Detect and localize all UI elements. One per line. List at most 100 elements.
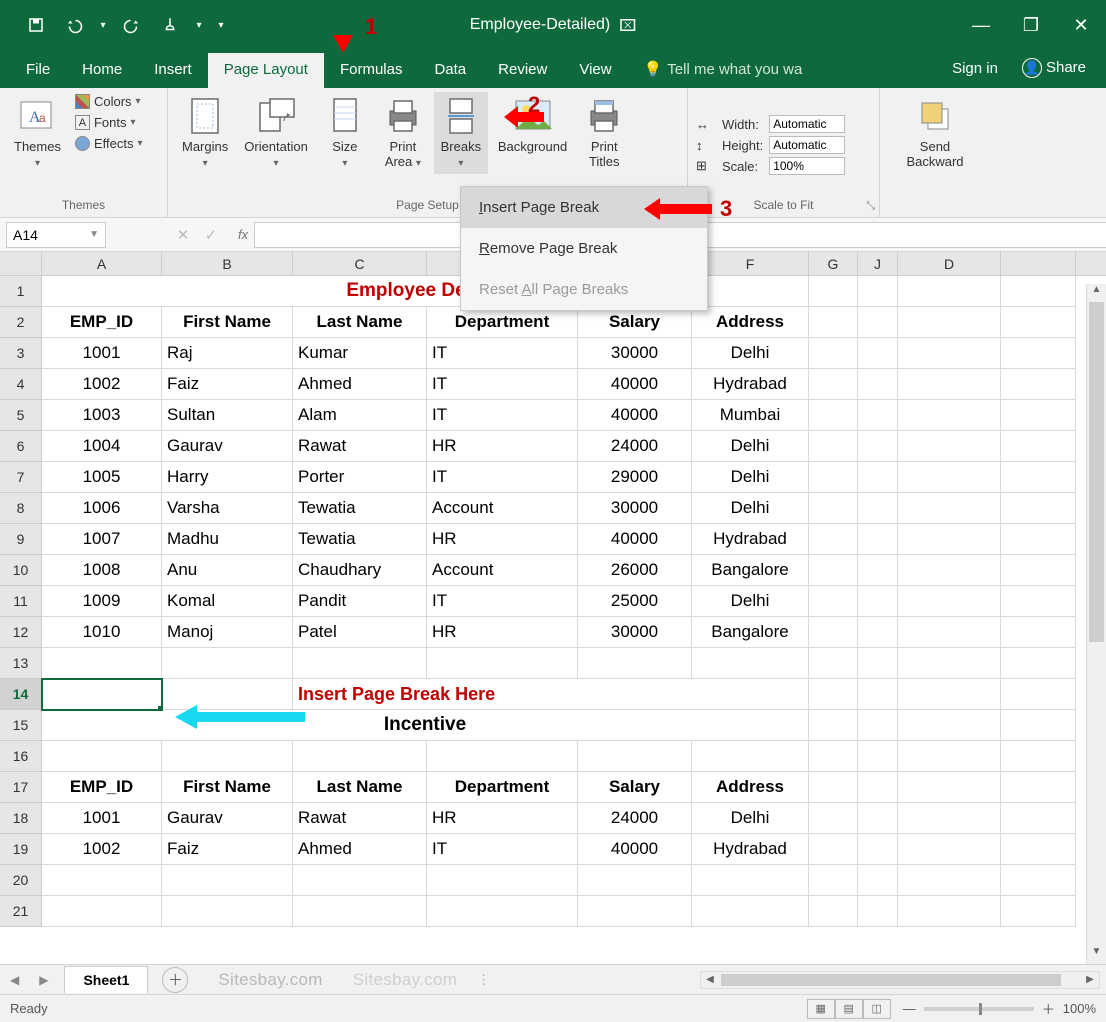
row-header-17[interactable]: 17: [0, 772, 42, 803]
scroll-down-button[interactable]: ▼: [1087, 946, 1106, 964]
cells-area[interactable]: Employee DetailsEMP_IDFirst NameLast Nam…: [42, 276, 1106, 927]
tab-split-handle[interactable]: ⋮: [477, 972, 490, 988]
row-header-4[interactable]: 4: [0, 369, 42, 400]
row-header-12[interactable]: 12: [0, 617, 42, 648]
row-header-19[interactable]: 19: [0, 834, 42, 865]
scroll-up-button[interactable]: ▲: [1087, 284, 1106, 302]
size-button[interactable]: Size▾: [318, 92, 372, 174]
selected-cell-a14[interactable]: [42, 679, 162, 710]
select-all-corner[interactable]: [0, 252, 42, 276]
tab-view[interactable]: View: [563, 53, 627, 88]
tab-page-layout[interactable]: Page Layout: [208, 53, 324, 88]
row-header-6[interactable]: 6: [0, 431, 42, 462]
themes-button[interactable]: Aa Themes▾: [8, 92, 67, 174]
page-layout-view-button[interactable]: ▤: [835, 999, 863, 1019]
name-box[interactable]: A14▼: [6, 222, 106, 248]
send-backward-button[interactable]: Send Backward: [900, 92, 969, 174]
zoom-out-button[interactable]: —: [903, 1001, 916, 1016]
row-header-13[interactable]: 13: [0, 648, 42, 679]
send-backward-icon: [915, 96, 955, 136]
touch-mode-button[interactable]: [152, 9, 188, 41]
breaks-button[interactable]: Breaks▾: [434, 92, 488, 174]
undo-button[interactable]: [56, 9, 92, 41]
row-header-14[interactable]: 14: [0, 679, 42, 710]
scroll-right-button[interactable]: ▶: [1081, 972, 1099, 988]
row-header-16[interactable]: 16: [0, 741, 42, 772]
row-header-8[interactable]: 8: [0, 493, 42, 524]
quick-access-toolbar: ▾ ▾ ▾: [0, 9, 232, 41]
sheet-tab-sheet1[interactable]: Sheet1: [64, 966, 148, 993]
redo-button[interactable]: [114, 9, 150, 41]
minimize-button[interactable]: —: [956, 0, 1006, 50]
row-header-7[interactable]: 7: [0, 462, 42, 493]
zoom-slider[interactable]: [924, 1007, 1034, 1011]
share-button[interactable]: 👤Share: [1010, 50, 1098, 88]
normal-view-button[interactable]: ▦: [807, 999, 835, 1019]
undo-more-button[interactable]: ▾: [94, 9, 112, 41]
customize-qat-button[interactable]: ▾: [210, 9, 232, 41]
scale-launcher[interactable]: ⤡: [866, 200, 875, 213]
status-bar: Ready ▦ ▤ ◫ — ＋ 100%: [0, 994, 1106, 1022]
row-header-5[interactable]: 5: [0, 400, 42, 431]
view-buttons: ▦ ▤ ◫: [807, 999, 891, 1019]
row-header-21[interactable]: 21: [0, 896, 42, 927]
col-header-f[interactable]: F: [692, 252, 809, 275]
scale-input[interactable]: [769, 157, 845, 175]
zoom-in-button[interactable]: ＋: [1042, 999, 1055, 1018]
col-header-g[interactable]: G: [809, 252, 858, 275]
tell-me-input[interactable]: 💡Tell me what you wa: [628, 52, 819, 88]
row-header-1[interactable]: 1: [0, 276, 42, 307]
zoom-controls: — ＋ 100%: [903, 999, 1096, 1018]
tab-data[interactable]: Data: [418, 53, 482, 88]
row-header-18[interactable]: 18: [0, 803, 42, 834]
tab-file[interactable]: File: [10, 53, 66, 88]
vscroll-thumb[interactable]: [1089, 302, 1104, 642]
width-input[interactable]: [769, 115, 845, 133]
restore-button[interactable]: ❐: [1006, 0, 1056, 50]
remove-page-break-item[interactable]: Remove Page Break: [461, 228, 707, 269]
col-header-d2[interactable]: D: [898, 252, 1001, 275]
title-incentive[interactable]: Incentive: [42, 710, 809, 741]
tab-home[interactable]: Home: [66, 53, 138, 88]
enter-formula-button[interactable]: ✓: [198, 226, 224, 244]
row-header-20[interactable]: 20: [0, 865, 42, 896]
tab-formulas[interactable]: Formulas: [324, 53, 419, 88]
reset-page-breaks-item[interactable]: Reset All Page Breaks: [461, 269, 707, 310]
col-header-j[interactable]: J: [858, 252, 898, 275]
margins-button[interactable]: Margins▾: [176, 92, 234, 174]
tab-insert[interactable]: Insert: [138, 53, 208, 88]
sheet-nav-prev[interactable]: ◀: [0, 973, 29, 987]
sheet-nav-next[interactable]: ▶: [29, 973, 58, 987]
namebox-dropdown-icon[interactable]: ▼: [89, 229, 99, 240]
col-header-a[interactable]: A: [42, 252, 162, 275]
page-break-view-button[interactable]: ◫: [863, 999, 891, 1019]
sign-in-button[interactable]: Sign in: [940, 52, 1010, 87]
close-button[interactable]: ✕: [1056, 0, 1106, 50]
horizontal-scrollbar[interactable]: ◀ ▶: [700, 971, 1100, 989]
orientation-button[interactable]: Orientation▾: [238, 92, 314, 174]
height-input[interactable]: [769, 136, 845, 154]
tab-review[interactable]: Review: [482, 53, 563, 88]
row-header-15[interactable]: 15: [0, 710, 42, 741]
effects-button[interactable]: Effects ▾: [71, 134, 147, 153]
scroll-left-button[interactable]: ◀: [701, 972, 719, 988]
col-header-b[interactable]: B: [162, 252, 293, 275]
row-header-9[interactable]: 9: [0, 524, 42, 555]
col-header-c[interactable]: C: [293, 252, 427, 275]
cancel-formula-button[interactable]: ✕: [170, 226, 196, 244]
touch-more-button[interactable]: ▾: [190, 9, 208, 41]
fonts-button[interactable]: AFonts ▾: [71, 113, 147, 132]
hscroll-thumb[interactable]: [721, 974, 1061, 986]
new-sheet-button[interactable]: ＋: [162, 967, 188, 993]
vertical-scrollbar[interactable]: ▲ ▼: [1086, 284, 1106, 964]
colors-button[interactable]: Colors ▾: [71, 92, 147, 111]
row-header-2[interactable]: 2: [0, 307, 42, 338]
fx-icon[interactable]: fx: [232, 227, 254, 242]
print-area-button[interactable]: Print Area ▾: [376, 92, 430, 174]
save-button[interactable]: [18, 9, 54, 41]
row-header-10[interactable]: 10: [0, 555, 42, 586]
effects-icon: [75, 136, 90, 151]
row-header-3[interactable]: 3: [0, 338, 42, 369]
print-titles-button[interactable]: Print Titles: [577, 92, 631, 174]
row-header-11[interactable]: 11: [0, 586, 42, 617]
